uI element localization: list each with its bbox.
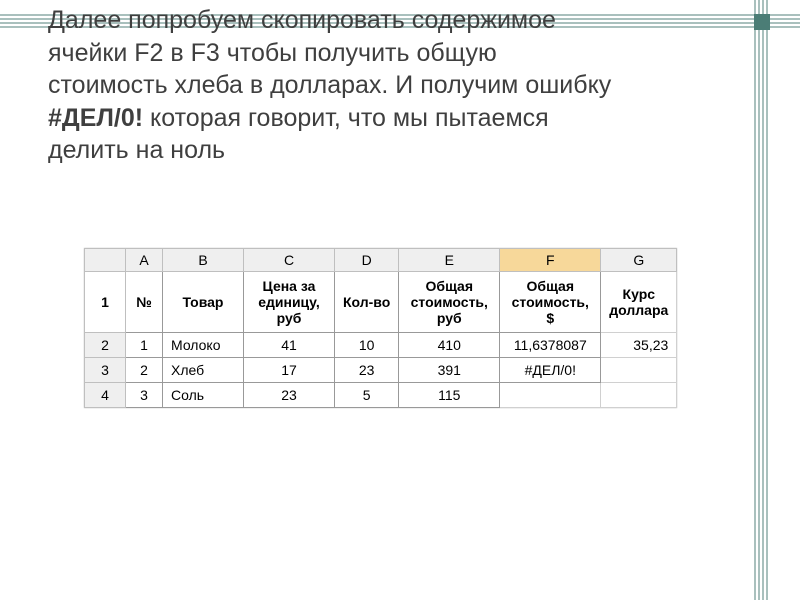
cell-price[interactable]: 23 [244,383,335,408]
header-no[interactable]: № [126,272,163,333]
cell-product[interactable]: Хлеб [163,358,244,383]
table-row: 2 1 Молоко 41 10 410 11,6378087 35,23 [85,333,677,358]
row-number[interactable]: 4 [85,383,126,408]
header-total-usd[interactable]: Общая стоимость, $ [500,272,601,333]
row-number[interactable]: 1 [85,272,126,333]
cell-product[interactable]: Молоко [163,333,244,358]
col-header-A[interactable]: A [126,249,163,272]
text: стоимость, [512,294,589,310]
col-header-B[interactable]: B [163,249,244,272]
text: доллара [609,302,668,318]
cell-product[interactable]: Соль [163,383,244,408]
row-number[interactable]: 2 [85,333,126,358]
table-row: 4 3 Соль 23 5 115 [85,383,677,408]
text-line: делить на ноль [48,136,225,164]
text: стоимость, [411,294,488,310]
text: Общая [527,278,574,294]
cell-rate[interactable] [601,383,677,408]
slide-corner-accent [754,14,770,30]
col-header-F[interactable]: F [500,249,601,272]
table-header-row: 1 № Товар Цена за единицу, руб Кол-во Об… [85,272,677,333]
cell-rate[interactable] [601,358,677,383]
spreadsheet: A B C D E F G 1 № Товар Цена за единицу,… [84,248,677,408]
slide-right-accent [754,0,770,600]
cell-total-usd[interactable]: 11,6378087 [500,333,601,358]
cell-qty[interactable]: 23 [335,358,399,383]
cell-rate[interactable]: 35,23 [601,333,677,358]
header-qty[interactable]: Кол-во [335,272,399,333]
text-line: которая говорит, что мы пытаемся [143,104,549,132]
cell-total-usd[interactable]: #ДЕЛ/0! [500,358,601,383]
row-number[interactable]: 3 [85,358,126,383]
text: Общая [426,278,473,294]
body-text: Далее попробуем скопировать содержимое я… [48,4,728,167]
text: руб [437,310,462,326]
col-header-C[interactable]: C [244,249,335,272]
text-line: Далее попробуем скопировать содержимое [48,6,556,34]
text-line: ячейки F2 в F3 чтобы получить общую [48,39,497,67]
text: Цена за [263,278,316,294]
cell-no[interactable]: 1 [126,333,163,358]
cell-total-usd[interactable] [500,383,601,408]
cell-total-rub[interactable]: 391 [399,358,500,383]
header-rate[interactable]: Курс доллара [601,272,677,333]
select-all-corner[interactable] [85,249,126,272]
header-price[interactable]: Цена за единицу, руб [244,272,335,333]
column-letter-row: A B C D E F G [85,249,677,272]
col-header-E[interactable]: E [399,249,500,272]
cell-no[interactable]: 3 [126,383,163,408]
cell-total-rub[interactable]: 115 [399,383,500,408]
col-header-D[interactable]: D [335,249,399,272]
text: руб [277,310,302,326]
table-row: 3 2 Хлеб 17 23 391 #ДЕЛ/0! [85,358,677,383]
cell-no[interactable]: 2 [126,358,163,383]
cell-total-rub[interactable]: 410 [399,333,500,358]
cell-qty[interactable]: 5 [335,383,399,408]
header-total-rub[interactable]: Общая стоимость, руб [399,272,500,333]
error-code: #ДЕЛ/0! [48,104,143,132]
text: Курс [623,286,655,302]
text: единицу, [258,294,320,310]
header-product[interactable]: Товар [163,272,244,333]
col-header-G[interactable]: G [601,249,677,272]
cell-price[interactable]: 41 [244,333,335,358]
cell-qty[interactable]: 10 [335,333,399,358]
text: $ [546,310,554,326]
cell-price[interactable]: 17 [244,358,335,383]
text-line: стоимость хлеба в долларах. И получим ош… [48,71,611,99]
